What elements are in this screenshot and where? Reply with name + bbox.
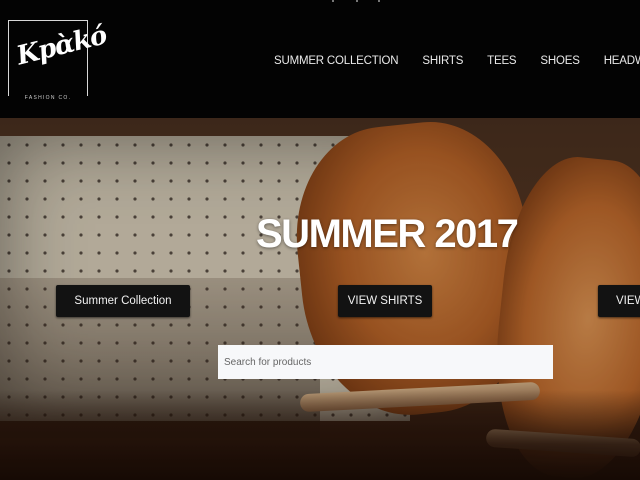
- nav-tees[interactable]: TEES: [487, 55, 516, 67]
- nav-headwear[interactable]: HEADWEAR: [604, 55, 640, 67]
- nav-summer-collection[interactable]: SUMMER COLLECTION: [274, 55, 399, 67]
- brand-logo[interactable]: Kpὰkó FASHION CO.: [8, 20, 109, 103]
- nav-shirts[interactable]: SHIRTS: [422, 55, 463, 67]
- view-button[interactable]: VIEW: [598, 285, 640, 317]
- hero-title: SUMMER 2017: [256, 212, 519, 256]
- brand-subtitle: FASHION CO.: [9, 93, 87, 103]
- nav-shoes[interactable]: SHOES: [540, 55, 579, 67]
- summer-collection-button[interactable]: Summer Collection: [56, 285, 190, 317]
- main-nav: SUMMER COLLECTION SHIRTS TEES SHOES HEAD…: [274, 55, 640, 67]
- site-header: Kpὰkó FASHION CO. SUMMER COLLECTION SHIR…: [0, 0, 640, 118]
- top-edge-text-fragment: [320, 0, 400, 3]
- brand-script: Kpὰkó: [13, 20, 110, 72]
- view-shirts-button[interactable]: VIEW SHIRTS: [338, 285, 432, 317]
- product-search-input[interactable]: Search for products: [218, 345, 553, 379]
